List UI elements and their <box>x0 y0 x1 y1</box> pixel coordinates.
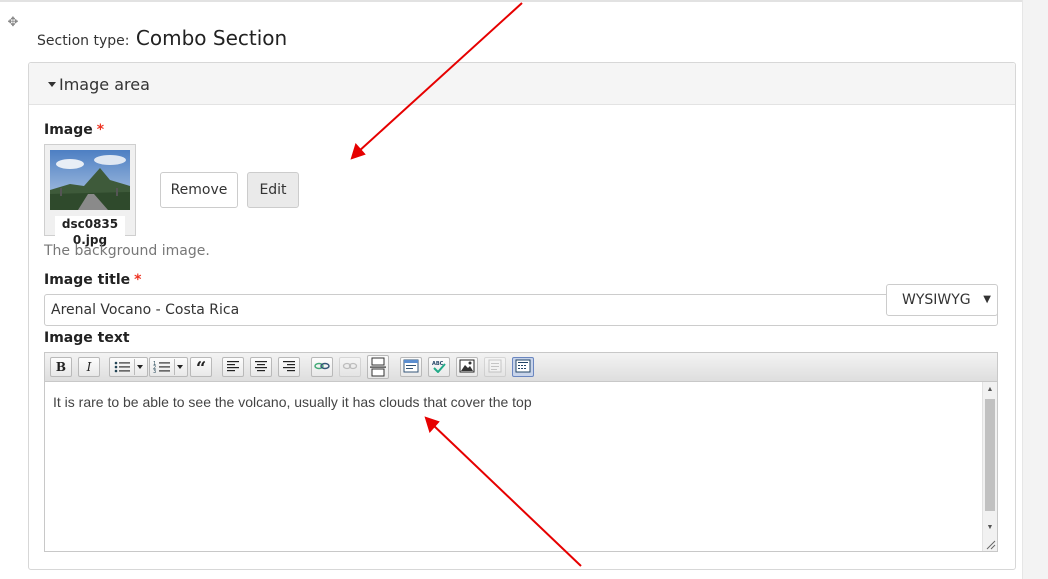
required-marker: * <box>96 122 105 138</box>
scroll-up-icon[interactable]: ▲ <box>983 383 997 397</box>
volcano-photo <box>50 150 130 210</box>
template-button[interactable] <box>400 357 422 377</box>
scroll-down-icon[interactable]: ▼ <box>983 521 997 535</box>
resize-handle-icon[interactable] <box>984 538 996 550</box>
bold-button[interactable]: B <box>50 357 72 377</box>
section-type-heading: Section type: Combo Section <box>37 26 287 50</box>
image-label: Image * <box>44 122 104 138</box>
image-area-title: Image area <box>59 75 150 94</box>
link-button[interactable] <box>311 357 333 377</box>
editor-toolbar: B I 1 2 3 “ ABC <box>45 353 997 382</box>
required-marker: * <box>134 272 142 288</box>
scrollbar-thumb[interactable] <box>985 399 995 511</box>
text-format-value: WYSIWYG <box>902 292 971 308</box>
paste-button[interactable] <box>484 357 506 377</box>
filename-line-1: dsc0835 <box>61 217 119 231</box>
template-icon <box>403 359 419 373</box>
wysiwyg-editor: B I 1 2 3 “ ABC It is rare to be able to… <box>44 352 998 552</box>
italic-button[interactable]: I <box>78 357 100 377</box>
image-title-label-text: Image title <box>44 272 131 288</box>
image-text-label: Image text <box>44 330 130 346</box>
section-type-label: Section type: <box>37 33 130 49</box>
align-right-icon <box>283 361 295 372</box>
editor-scrollbar[interactable]: ▲ ▼ <box>982 382 997 551</box>
paste-icon <box>488 359 502 373</box>
image-title-label: Image title * <box>44 272 141 288</box>
page-break-button[interactable] <box>367 355 389 379</box>
link-icon <box>314 362 330 370</box>
numbered-list-icon: 1 2 3 <box>153 359 183 375</box>
align-right-button[interactable] <box>278 357 300 377</box>
editor-content[interactable]: It is rare to be able to see the volcano… <box>45 382 983 551</box>
align-center-button[interactable] <box>250 357 272 377</box>
section-type-value: Combo Section <box>135 26 288 50</box>
dropdown-arrow-icon: ▼ <box>983 294 991 305</box>
align-left-icon <box>227 361 239 372</box>
caret-down-icon <box>48 82 56 87</box>
image-thumbnail[interactable]: dsc0835 0.jpg <box>44 144 136 248</box>
spellcheck-icon: ABC <box>432 361 446 373</box>
svg-text:3: 3 <box>153 369 156 375</box>
page-gutter <box>1022 0 1048 579</box>
blockquote-icon[interactable]: “ <box>190 357 212 379</box>
text-format-select[interactable]: WYSIWYG ▼ <box>886 284 998 316</box>
insert-image-button[interactable] <box>456 357 478 377</box>
show-blocks-icon <box>515 359 531 373</box>
image-description: The background image. <box>44 243 210 259</box>
unlink-button[interactable] <box>339 357 361 377</box>
image-icon <box>459 359 475 373</box>
align-center-icon <box>255 361 267 372</box>
image-label-text: Image <box>44 122 93 138</box>
image-title-input[interactable]: Arenal Vocano - Costa Rica <box>44 294 998 326</box>
top-divider <box>0 0 1022 2</box>
remove-button[interactable]: Remove <box>160 172 238 208</box>
image-area-toggle[interactable]: Image area <box>48 75 150 94</box>
fieldset-legend: Image area <box>29 63 1015 105</box>
bulleted-list-icon <box>114 359 143 375</box>
spellcheck-button[interactable]: ABC <box>428 357 450 377</box>
align-left-button[interactable] <box>222 357 244 377</box>
edit-button[interactable]: Edit <box>247 172 299 208</box>
bulleted-list-button[interactable] <box>109 357 148 377</box>
show-blocks-button[interactable] <box>512 357 534 377</box>
page-break-icon <box>370 357 386 377</box>
drag-handle-icon[interactable]: ✥ <box>6 15 20 29</box>
numbered-list-button[interactable]: 1 2 3 <box>149 357 188 377</box>
unlink-icon <box>342 362 358 370</box>
